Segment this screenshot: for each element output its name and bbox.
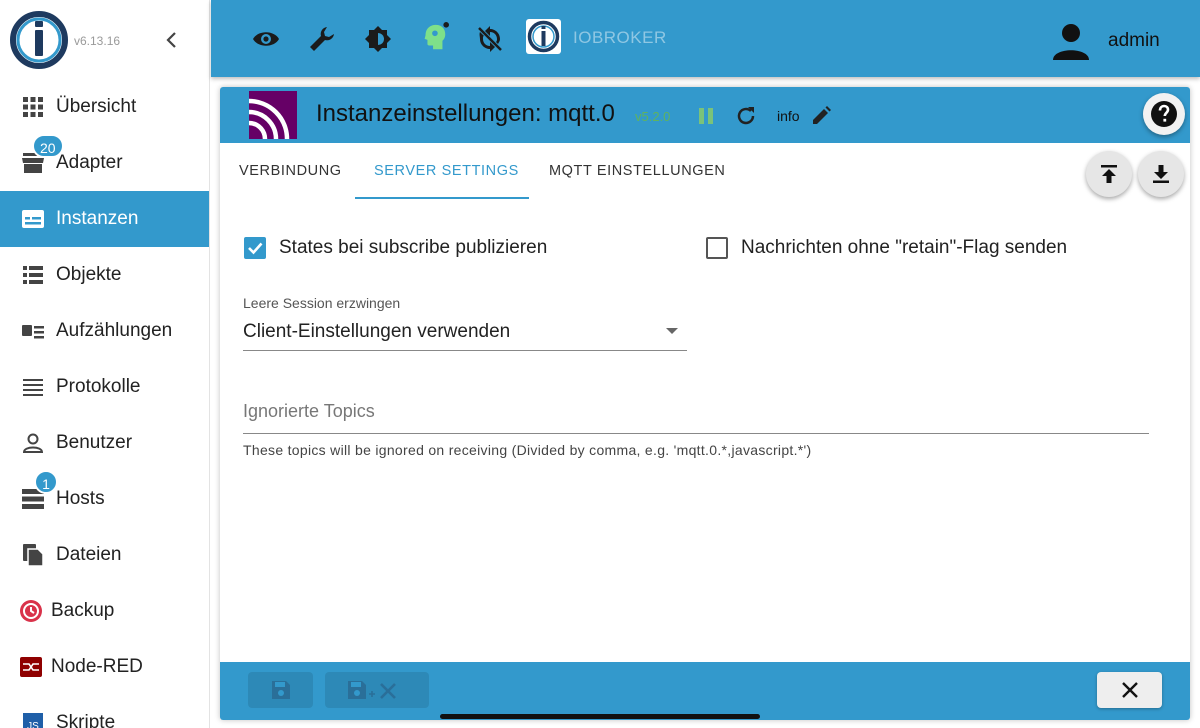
node-red-icon xyxy=(18,654,44,680)
sidebar-item-label: Adapter xyxy=(56,152,123,173)
upload-settings-button[interactable] xyxy=(1086,151,1132,197)
sidebar-header: v6.13.16 xyxy=(0,0,209,80)
wrench-icon[interactable] xyxy=(307,24,337,54)
active-tab-indicator xyxy=(355,197,529,199)
sidebar-item-protokolle[interactable]: Protokolle xyxy=(0,359,209,415)
user-name[interactable]: admin xyxy=(1108,30,1160,52)
sidebar-item-objekte[interactable]: Objekte xyxy=(0,247,209,303)
sidebar-item-hosts[interactable]: Hosts xyxy=(0,471,209,527)
js-icon: JS xyxy=(20,710,46,728)
dialog-title: Instanzeinstellungen: mqtt.0 xyxy=(316,100,615,127)
tab-server-settings[interactable]: SERVER SETTINGS xyxy=(374,163,519,179)
iobroker-logo[interactable] xyxy=(9,10,69,70)
download-settings-button[interactable] xyxy=(1138,151,1184,197)
sidebar-item-label: Objekte xyxy=(56,264,122,285)
dialog-footer xyxy=(220,662,1190,720)
checkmark-icon xyxy=(248,242,263,255)
force-clean-session-label: Leere Session erzwingen xyxy=(243,295,401,311)
sidebar-item-label: Aufzählungen xyxy=(56,320,173,341)
save-icon xyxy=(271,681,290,699)
select-underline xyxy=(243,350,687,351)
app-version: v6.13.16 xyxy=(74,34,121,48)
force-clean-session-select[interactable]: Client-Einstellungen verwenden xyxy=(243,321,510,343)
sidebar: v6.13.16 Übersicht Adapter 20 Instanzen … xyxy=(0,0,210,728)
adapter-version: v5.2.0 xyxy=(635,109,671,124)
help-button[interactable] xyxy=(1143,93,1185,135)
svg-text:JS: JS xyxy=(27,721,39,728)
instances-icon xyxy=(20,206,46,232)
sidebar-item-label: Übersicht xyxy=(56,96,137,117)
ignored-topics-input[interactable]: Ignorierte Topics xyxy=(243,401,375,422)
sidebar-item-label: Instanzen xyxy=(56,208,139,229)
ignored-topics-helper-text: These topics will be ignored on receivin… xyxy=(243,442,812,458)
list-icon xyxy=(20,262,46,288)
dialog-header: Instanzeinstellungen: mqtt.0 v5.2.0 info xyxy=(220,87,1190,143)
sidebar-item-instanzen[interactable]: Instanzen xyxy=(0,191,209,247)
close-icon xyxy=(1121,682,1138,698)
sidebar-item-label: Benutzer xyxy=(56,432,133,453)
backup-icon xyxy=(18,598,44,624)
close-button[interactable] xyxy=(1097,672,1162,708)
brightness-icon[interactable] xyxy=(363,24,393,54)
sidebar-item-skripte[interactable]: JS Skripte xyxy=(0,695,209,728)
sidebar-item-label: Node-RED xyxy=(51,656,143,677)
save-button[interactable] xyxy=(248,672,313,708)
save-close-icon xyxy=(348,681,396,699)
eye-icon[interactable] xyxy=(251,24,281,54)
edit-pencil-icon[interactable] xyxy=(809,104,833,128)
apps-grid-icon xyxy=(20,94,46,120)
chevron-left-icon[interactable] xyxy=(160,28,184,52)
hosts-count-badge: 1 xyxy=(34,470,58,494)
files-icon xyxy=(20,542,46,568)
info-link[interactable]: info xyxy=(777,108,800,124)
upload-icon xyxy=(1101,165,1117,183)
sidebar-item-backup[interactable]: Backup xyxy=(0,583,209,639)
expert-mode-icon[interactable] xyxy=(419,22,449,52)
pause-icon[interactable] xyxy=(694,104,718,128)
download-icon xyxy=(1153,165,1169,183)
no-retain-flag-checkbox[interactable] xyxy=(706,237,728,259)
sidebar-item-node-red[interactable]: Node-RED xyxy=(0,639,209,695)
sidebar-item-label: Protokolle xyxy=(56,376,141,397)
sidebar-item-label: Backup xyxy=(51,600,115,621)
instance-settings-dialog: Instanzeinstellungen: mqtt.0 v5.2.0 info… xyxy=(220,87,1190,720)
enum-icon xyxy=(20,318,46,344)
iobroker-brand-icon[interactable] xyxy=(526,19,561,54)
sidebar-item-aufzaehlungen[interactable]: Aufzählungen xyxy=(0,303,209,359)
sidebar-item-dateien[interactable]: Dateien xyxy=(0,527,209,583)
tab-verbindung[interactable]: VERBINDUNG xyxy=(239,163,342,179)
sync-disabled-icon[interactable] xyxy=(475,24,505,54)
save-and-close-button[interactable] xyxy=(325,672,429,708)
top-toolbar: IOBROKER admin xyxy=(211,0,1200,77)
sidebar-item-uebersicht[interactable]: Übersicht xyxy=(0,79,209,135)
tab-mqtt-einstellungen[interactable]: MQTT EINSTELLUNGEN xyxy=(549,163,726,179)
no-retain-flag-label: Nachrichten ohne "retain"-Flag senden xyxy=(741,237,1068,258)
sidebar-item-label: Skripte xyxy=(56,712,116,728)
reload-icon[interactable] xyxy=(734,104,758,128)
topics-underline xyxy=(243,433,1149,434)
mqtt-adapter-icon xyxy=(249,91,297,139)
adapter-count-badge: 20 xyxy=(32,134,64,158)
settings-tabs: VERBINDUNG SERVER SETTINGS MQTT EINSTELL… xyxy=(220,143,1190,200)
dropdown-arrow-icon[interactable] xyxy=(666,328,678,334)
user-outline-icon xyxy=(20,430,46,456)
account-icon[interactable] xyxy=(1049,20,1093,64)
sidebar-item-label: Hosts xyxy=(56,488,105,509)
publish-on-subscribe-label: States bei subscribe publizieren xyxy=(279,237,548,258)
sidebar-item-benutzer[interactable]: Benutzer xyxy=(0,415,209,471)
help-icon xyxy=(1151,101,1177,127)
brand-name: IOBROKER xyxy=(573,28,667,47)
home-indicator xyxy=(440,714,760,719)
log-lines-icon xyxy=(20,374,46,400)
sidebar-item-label: Dateien xyxy=(56,544,122,565)
publish-on-subscribe-checkbox[interactable] xyxy=(244,237,266,259)
